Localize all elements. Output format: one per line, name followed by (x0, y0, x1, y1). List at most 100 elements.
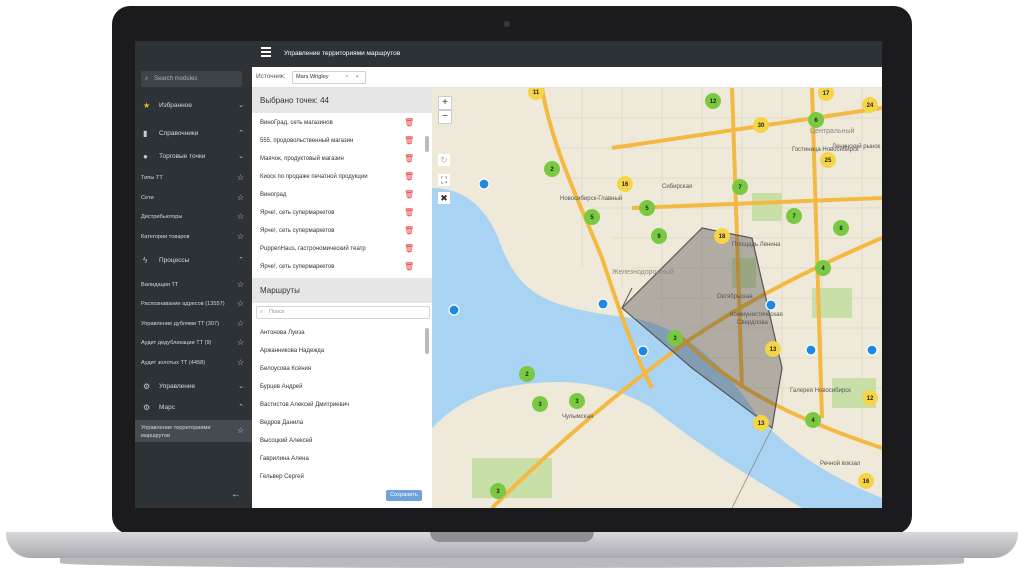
cluster-marker[interactable]: 16 (617, 176, 633, 192)
location-pin-icon[interactable] (478, 178, 490, 190)
sidebar-item-favorites[interactable]: ★ Избранное ⌄ (135, 97, 252, 115)
cluster-marker[interactable]: 13 (765, 341, 781, 357)
trash-icon[interactable]: 🗑 (404, 132, 414, 150)
trash-icon[interactable]: 🗑 (404, 258, 414, 276)
cluster-marker[interactable]: 5 (639, 200, 655, 216)
cluster-marker[interactable]: 3 (569, 393, 585, 409)
list-item[interactable]: 555, продовольственный магазин 🗑 (252, 132, 424, 150)
trash-icon[interactable]: 🗑 (404, 114, 414, 132)
trash-icon[interactable]: 🗑 (404, 186, 414, 204)
cluster-marker[interactable]: 12 (705, 93, 721, 109)
trash-icon[interactable]: 🗑 (404, 168, 414, 186)
sidebar-item-golden-audit[interactable]: Аудит золотых ТТ (4458) ☆ (135, 354, 252, 372)
sidebar-item-validation[interactable]: Валидация ТТ ☆ (135, 276, 252, 294)
list-item[interactable]: Виноград 🗑 (252, 186, 424, 204)
list-item[interactable]: Ведров Данила (252, 414, 422, 432)
list-item[interactable]: PuppenHaus, гастрономический театр 🗑 (252, 240, 424, 258)
trash-icon[interactable]: 🗑 (404, 222, 414, 240)
cluster-marker[interactable]: 6 (808, 112, 824, 128)
list-item[interactable]: Ярче!, сеть супермаркетов 🗑 (252, 258, 424, 276)
cluster-marker[interactable]: 12 (862, 390, 878, 406)
cluster-marker[interactable]: 24 (862, 97, 878, 113)
clear-selection-icon[interactable]: ✖ (438, 192, 450, 204)
zoom-out-button[interactable]: − (438, 110, 452, 124)
sidebar-item-processes[interactable]: ϟ Процессы ⌃ (135, 252, 252, 270)
list-item[interactable]: Гаврилина Алена (252, 450, 422, 468)
list-item[interactable]: Вастистов Алексей Дмитриевич (252, 396, 422, 414)
star-outline-icon[interactable]: ☆ (237, 169, 244, 187)
zoom-in-button[interactable]: + (438, 96, 452, 110)
sidebar-item-outlet-types[interactable]: Типы ТТ ☆ (135, 169, 252, 187)
sidebar-item-product-categories[interactable]: Категории товаров ☆ (135, 228, 252, 246)
clear-icon[interactable]: × (345, 72, 348, 83)
cluster-marker[interactable]: 9 (651, 228, 667, 244)
cluster-marker[interactable]: 3 (532, 396, 548, 412)
cluster-marker[interactable]: 8 (833, 220, 849, 236)
list-item[interactable]: Высоцкий Алексей (252, 432, 422, 450)
menu-icon[interactable] (261, 47, 271, 57)
cluster-marker[interactable]: 2 (544, 161, 560, 177)
star-outline-icon[interactable]: ☆ (237, 354, 244, 372)
sidebar-item-management[interactable]: ⚙ Управление ⌄ (135, 378, 252, 396)
list-item[interactable]: Антонова Луиза (252, 324, 422, 342)
undo-icon[interactable]: ↻ (438, 154, 450, 166)
sidebar-item-directories[interactable]: ▮ Справочники ⌃ (135, 125, 252, 143)
star-outline-icon[interactable]: ☆ (237, 315, 244, 333)
star-outline-icon[interactable]: ☆ (237, 208, 244, 226)
sidebar-item-address-recognition[interactable]: Распознавание адресов (13557) ☆ (135, 295, 252, 313)
star-outline-icon[interactable]: ☆ (237, 295, 244, 313)
trash-icon[interactable]: 🗑 (404, 204, 414, 222)
cluster-marker[interactable]: 4 (805, 412, 821, 428)
trash-icon[interactable]: 🗑 (404, 150, 414, 168)
save-button[interactable]: Сохранить (386, 490, 422, 501)
list-item[interactable]: Белоусова Ксения (252, 360, 422, 378)
location-pin-icon[interactable] (597, 298, 609, 310)
sidebar-item-dedup-audit[interactable]: Аудит дедубликации ТТ (9) ☆ (135, 334, 252, 352)
star-outline-icon[interactable]: ☆ (237, 334, 244, 352)
collapse-sidebar-icon[interactable]: ← (231, 489, 241, 500)
sidebar-item-mars[interactable]: ⚙ Марс ⌃ (135, 399, 252, 417)
module-search-input[interactable]: ⌕ Search modules (141, 71, 242, 87)
cluster-marker[interactable]: 16 (858, 473, 874, 489)
sidebar-item-duplicates[interactable]: Управление дублями ТТ (307) ☆ (135, 315, 252, 333)
routes-scrollbar[interactable] (425, 328, 429, 354)
sidebar-item-route-territories[interactable]: Управление территориями маршрутов ☆ (135, 420, 252, 442)
cluster-marker[interactable]: 7 (786, 208, 802, 224)
cluster-marker[interactable]: 2 (519, 366, 535, 382)
select-area-icon[interactable]: ⛶ (438, 174, 450, 186)
sidebar-item-chains[interactable]: Сети ☆ (135, 189, 252, 207)
cluster-marker[interactable]: 4 (815, 260, 831, 276)
source-select[interactable]: Mars.Wrigley × ▾ (292, 71, 366, 84)
star-outline-icon[interactable]: ☆ (237, 420, 244, 442)
list-item[interactable]: Бурцев Андрей (252, 378, 422, 396)
cluster-marker[interactable]: 3 (490, 483, 506, 499)
star-outline-icon[interactable]: ☆ (237, 228, 244, 246)
cluster-marker[interactable]: 5 (584, 209, 600, 225)
list-item[interactable]: Маячок, продуктовый магазин 🗑 (252, 150, 424, 168)
location-pin-icon[interactable] (448, 304, 460, 316)
star-outline-icon[interactable]: ☆ (237, 189, 244, 207)
points-scrollbar[interactable] (425, 136, 429, 152)
list-item[interactable]: ВиноГрад, сеть магазинов 🗑 (252, 114, 424, 132)
location-pin-icon[interactable] (805, 344, 817, 356)
star-outline-icon[interactable]: ☆ (237, 276, 244, 294)
list-item[interactable]: Гельвер Сергей (252, 468, 422, 486)
route-search-input[interactable]: ⌕ Поиск (256, 306, 430, 319)
location-pin-icon[interactable] (637, 345, 649, 357)
location-pin-icon[interactable] (765, 299, 777, 311)
sidebar-item-outlets[interactable]: ● Торговые точки ⌄ (135, 148, 252, 166)
cluster-marker[interactable]: 3 (667, 330, 683, 346)
list-item[interactable]: Ярче!, сеть супермаркетов 🗑 (252, 204, 424, 222)
list-item[interactable]: Киоск по продаже печатной продукции 🗑 (252, 168, 424, 186)
trash-icon[interactable]: 🗑 (404, 240, 414, 258)
list-item[interactable]: Аржанникова Надежда (252, 342, 422, 360)
map[interactable]: Новосибирск-Главный Железнодорожный Цент… (432, 88, 882, 508)
cluster-marker[interactable]: 25 (820, 152, 836, 168)
cluster-marker[interactable]: 18 (714, 228, 730, 244)
location-pin-icon[interactable] (866, 344, 878, 356)
sidebar-item-distributors[interactable]: Дистрибьюторы ☆ (135, 208, 252, 226)
list-item[interactable]: Ярче!, сеть супермаркетов 🗑 (252, 222, 424, 240)
cluster-marker[interactable]: 30 (753, 117, 769, 133)
cluster-marker[interactable]: 13 (753, 415, 769, 431)
cluster-marker[interactable]: 7 (732, 179, 748, 195)
